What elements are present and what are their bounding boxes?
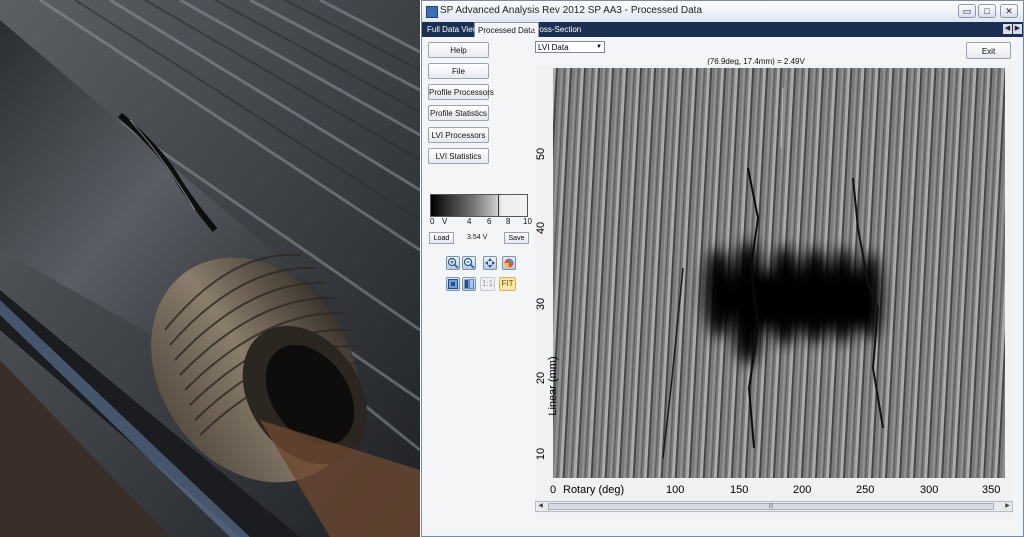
pan-icon[interactable] — [483, 256, 497, 270]
x-axis-label: Rotary (deg) — [563, 484, 625, 496]
close-button[interactable]: ✕ — [1000, 4, 1018, 18]
help-button[interactable]: Help — [428, 42, 489, 58]
y-tick-label: 50 — [535, 147, 548, 161]
y-axis-label: Linear (mm) — [547, 356, 559, 416]
horizontal-scrollbar[interactable]: ◀ ||| ▶ — [535, 501, 1013, 512]
scroll-left-icon[interactable]: ◀ — [536, 502, 545, 511]
colorbar-tick: 10 — [523, 217, 532, 226]
colorbar-tick: 8 — [506, 217, 511, 226]
colorbar[interactable] — [430, 194, 528, 217]
window-title: SP Advanced Analysis Rev 2012 SP AA3 - P… — [440, 5, 703, 16]
minimize-button[interactable]: ▭ — [958, 4, 976, 18]
colorbar-tick: V — [442, 217, 448, 226]
x-tick-label: 200 — [793, 484, 812, 496]
profile-statistics-button[interactable]: Profile Statistics — [428, 105, 489, 121]
y-tick-label: 40 — [535, 221, 548, 235]
title-bar[interactable]: SP Advanced Analysis Rev 2012 SP AA3 - P… — [422, 1, 1023, 23]
chevron-down-icon[interactable]: ▼ — [595, 43, 603, 51]
profile-processors-button[interactable]: Profile Processors — [428, 84, 494, 100]
dataset-select[interactable]: LVI Data ▼ — [535, 41, 605, 53]
maximize-button[interactable]: □ — [978, 4, 996, 18]
colorbar-marker[interactable] — [498, 195, 499, 216]
analysis-window: SP Advanced Analysis Rev 2012 SP AA3 - P… — [421, 0, 1024, 537]
x-tick-label: 250 — [856, 484, 875, 496]
colorbar-tick: 4 — [467, 217, 472, 226]
tab-cross-section[interactable]: Cross-Section — [528, 23, 584, 36]
x-tick-label: 150 — [730, 484, 749, 496]
y-tick-label: 10 — [535, 447, 548, 461]
layers-icon[interactable] — [462, 277, 476, 291]
lvi-processors-button[interactable]: LVI Processors — [428, 127, 489, 143]
tab-full-data-view[interactable]: Full Data View — [424, 23, 481, 36]
actual-size-button[interactable]: 1:1 — [480, 277, 495, 291]
colorbar-load-button[interactable]: Load — [429, 232, 454, 244]
lvi-plot: 10 20 30 40 50 Linear (mm) 0 100 150 200… — [535, 65, 1013, 520]
colorbar-tick: 0 — [430, 217, 435, 226]
lvi-scan-image[interactable] — [553, 68, 1005, 478]
lvi-statistics-button[interactable]: LVI Statistics — [428, 148, 489, 164]
colormap-icon[interactable] — [502, 256, 516, 270]
colorbar-value: 3.54 V — [467, 234, 488, 241]
x-tick-label: 350 — [982, 484, 1001, 496]
colorbar-save-button[interactable]: Save — [504, 232, 529, 244]
y-tick-label: 30 — [535, 297, 548, 311]
zoom-out-icon[interactable] — [462, 256, 476, 270]
app-icon — [426, 6, 438, 18]
tab-bar: Full Data View Processed Data Cross-Sect… — [422, 22, 1023, 38]
scroll-right-icon[interactable]: ▶ — [1003, 502, 1012, 511]
dataset-select-value: LVI Data — [538, 43, 569, 52]
x-tick-label: 0 — [550, 484, 557, 496]
region-select-icon[interactable] — [446, 277, 460, 291]
pipe-crack-photo — [0, 0, 420, 537]
exit-button[interactable]: Exit — [966, 42, 1011, 59]
scrollbar-thumb[interactable]: ||| — [548, 503, 994, 510]
colorbar-tick: 6 — [487, 217, 492, 226]
fit-button[interactable]: FIT — [499, 277, 516, 291]
tab-scroll-right-icon[interactable]: ▶ — [1013, 24, 1022, 34]
x-tick-label: 100 — [666, 484, 685, 496]
tab-scroll-left-icon[interactable]: ◀ — [1003, 24, 1012, 34]
zoom-in-icon[interactable] — [446, 256, 460, 270]
file-button[interactable]: File — [428, 63, 489, 79]
tab-content: Help File Profile Processors Profile Sta… — [422, 37, 1023, 536]
x-tick-label: 300 — [920, 484, 939, 496]
y-tick-label: 20 — [535, 371, 548, 385]
